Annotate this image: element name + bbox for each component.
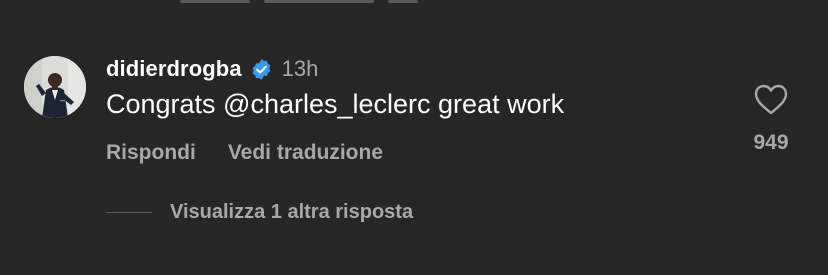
view-replies-label: Visualizza 1 altra risposta — [170, 201, 414, 223]
timestamp: 13h — [281, 56, 319, 81]
avatar[interactable] — [24, 56, 86, 118]
like-button[interactable] — [752, 82, 790, 116]
translate-button[interactable]: Vedi traduzione — [228, 141, 383, 165]
like-count: 949 — [753, 131, 789, 154]
previous-content-edge — [180, 0, 420, 3]
view-replies-button[interactable]: Visualizza 1 altra risposta — [106, 201, 413, 224]
comment-actions: Rispondi Vedi traduzione — [106, 141, 383, 165]
comment-screen: didierdrogba 13h Congrats @charles_lecle… — [0, 0, 828, 275]
comment-text: Congrats @charles_leclerc great work — [106, 89, 565, 119]
replies-divider — [106, 212, 152, 213]
heart-outline-icon — [754, 84, 788, 114]
reply-button[interactable]: Rispondi — [106, 141, 196, 165]
username-link[interactable]: didierdrogba — [106, 56, 242, 82]
avatar-image — [24, 56, 86, 118]
verified-badge-icon — [252, 58, 271, 80]
comment-header: didierdrogba 13h — [106, 54, 318, 84]
